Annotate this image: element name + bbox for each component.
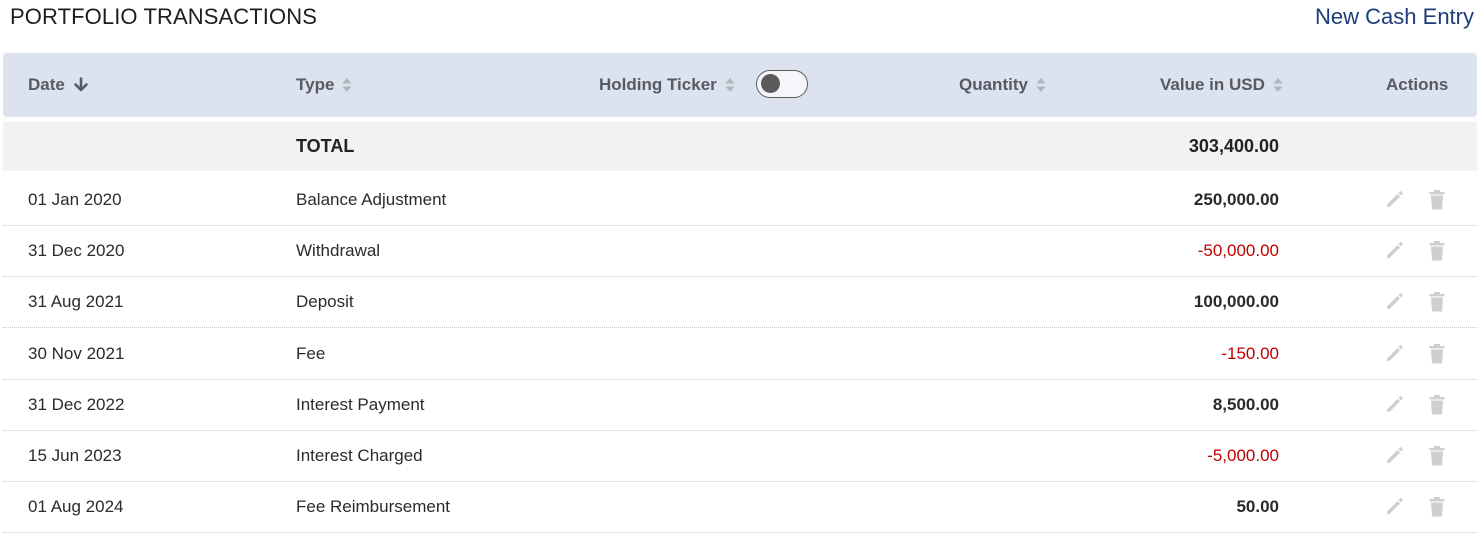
pencil-icon[interactable] <box>1383 226 1405 276</box>
row-type: Interest Payment <box>296 394 425 414</box>
row-type: Balance Adjustment <box>296 190 447 209</box>
row-date: 01 Jan 2020 <box>28 190 122 209</box>
column-header-date[interactable]: Date <box>28 53 89 117</box>
page-title: PORTFOLIO TRANSACTIONS <box>10 4 317 29</box>
table-row: 31 Dec 2020 Withdrawal -50,000.00 <box>3 226 1477 278</box>
row-date: 31 Dec 2022 <box>28 394 125 414</box>
column-header-ticker-label: Holding Ticker <box>599 75 717 94</box>
table-header: Date Type Holding Ticker Quantity Value … <box>3 53 1477 117</box>
column-header-ticker[interactable]: Holding Ticker <box>599 53 735 117</box>
column-header-actions: Actions <box>1386 75 1449 94</box>
pencil-icon[interactable] <box>1383 277 1405 327</box>
row-date: 31 Aug 2021 <box>28 292 124 312</box>
table-row: 15 Jun 2023 Interest Charged -5,000.00 <box>3 431 1477 482</box>
table-row: 30 Nov 2021 Fee -150.00 <box>3 329 1477 380</box>
row-date: 31 Dec 2020 <box>28 241 125 261</box>
pencil-icon[interactable] <box>1383 329 1405 379</box>
trash-icon[interactable] <box>1427 226 1447 276</box>
trash-icon[interactable] <box>1427 431 1447 481</box>
total-label: TOTAL <box>296 136 355 156</box>
column-header-value[interactable]: Value in USD <box>1160 53 1283 117</box>
row-value: -150.00 <box>1221 343 1279 363</box>
row-type: Fee Reimbursement <box>296 497 451 517</box>
table-row: 01 Jan 2020 Balance Adjustment 250,000.0… <box>3 175 1477 226</box>
column-header-type[interactable]: Type <box>296 53 352 117</box>
column-header-type-label: Type <box>296 75 335 94</box>
trash-icon[interactable] <box>1427 482 1447 532</box>
table-row: 31 Aug 2021 Deposit 100,000.00 <box>3 277 1477 329</box>
table-row: 01 Aug 2024 Fee Reimbursement 50.00 <box>3 482 1477 533</box>
trash-icon[interactable] <box>1427 380 1447 430</box>
column-header-value-label: Value in USD <box>1160 75 1265 94</box>
toggle-knob <box>761 74 780 93</box>
row-type: Interest Charged <box>296 446 423 465</box>
row-value: 250,000.00 <box>1193 190 1279 209</box>
row-date: 15 Jun 2023 <box>28 446 122 465</box>
sort-icon <box>725 77 735 93</box>
sort-icon <box>1273 77 1283 93</box>
row-type: Fee <box>296 343 326 363</box>
total-row: TOTAL 303,400.00 <box>3 122 1477 171</box>
row-value: -5,000.00 <box>1207 446 1279 465</box>
total-value: 303,400.00 <box>1188 136 1279 156</box>
row-value: 8,500.00 <box>1212 394 1279 414</box>
pencil-icon[interactable] <box>1383 380 1405 430</box>
sort-icon <box>1036 77 1046 93</box>
sort-icon <box>342 77 352 93</box>
pencil-icon[interactable] <box>1383 431 1405 481</box>
column-header-quantity-label: Quantity <box>959 75 1028 94</box>
trash-icon[interactable] <box>1427 329 1447 379</box>
row-date: 01 Aug 2024 <box>28 497 124 517</box>
arrow-down-icon <box>73 77 89 93</box>
pencil-icon[interactable] <box>1383 175 1405 225</box>
row-value: -50,000.00 <box>1197 241 1279 261</box>
column-header-quantity[interactable]: Quantity <box>959 53 1046 117</box>
row-type: Withdrawal <box>296 241 381 261</box>
column-header-date-label: Date <box>28 75 65 94</box>
trash-icon[interactable] <box>1427 277 1447 327</box>
row-value: 50.00 <box>1236 497 1279 517</box>
row-type: Deposit <box>296 292 354 312</box>
trash-icon[interactable] <box>1427 175 1447 225</box>
row-value: 100,000.00 <box>1193 292 1279 312</box>
new-cash-entry-link[interactable]: New Cash Entry <box>1315 3 1474 31</box>
pencil-icon[interactable] <box>1383 482 1405 532</box>
portfolio-transactions-page: PORTFOLIO TRANSACTIONS New Cash Entry Da… <box>0 0 1480 533</box>
ticker-toggle-switch[interactable] <box>756 70 808 98</box>
table-row: 31 Dec 2022 Interest Payment 8,500.00 <box>3 380 1477 431</box>
row-date: 30 Nov 2021 <box>28 343 125 363</box>
